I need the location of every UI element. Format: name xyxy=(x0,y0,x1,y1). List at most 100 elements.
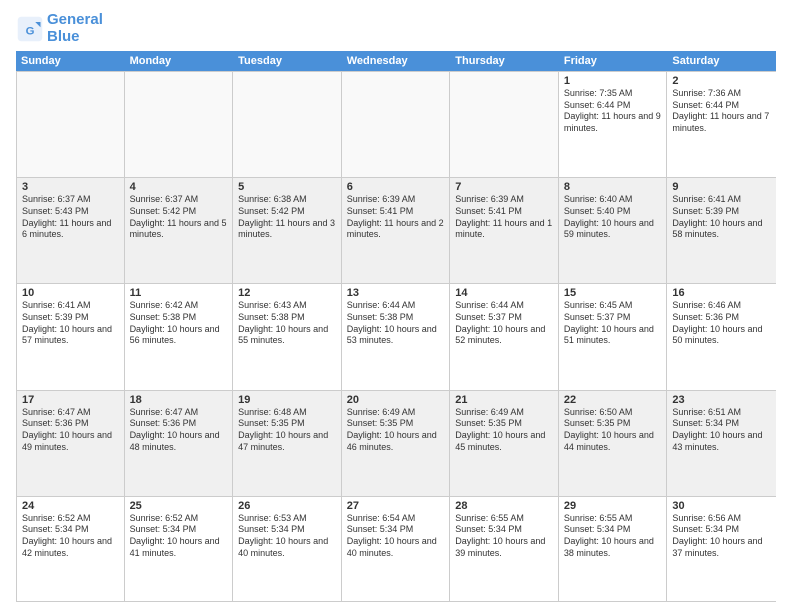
day-info: Sunrise: 6:54 AM Sunset: 5:34 PM Dayligh… xyxy=(347,513,445,560)
day-info: Sunrise: 6:48 AM Sunset: 5:35 PM Dayligh… xyxy=(238,407,336,454)
day-number: 20 xyxy=(347,394,445,406)
calendar-body: 1Sunrise: 7:35 AM Sunset: 6:44 PM Daylig… xyxy=(16,71,776,602)
day-cell: 10Sunrise: 6:41 AM Sunset: 5:39 PM Dayli… xyxy=(16,284,125,389)
day-info: Sunrise: 7:35 AM Sunset: 6:44 PM Dayligh… xyxy=(564,88,662,135)
day-number: 9 xyxy=(672,181,771,193)
day-info: Sunrise: 6:50 AM Sunset: 5:35 PM Dayligh… xyxy=(564,407,662,454)
day-info: Sunrise: 6:55 AM Sunset: 5:34 PM Dayligh… xyxy=(564,513,662,560)
day-cell: 30Sunrise: 6:56 AM Sunset: 5:34 PM Dayli… xyxy=(667,497,776,601)
day-number: 15 xyxy=(564,287,662,299)
day-cell: 3Sunrise: 6:37 AM Sunset: 5:43 PM Daylig… xyxy=(16,178,125,283)
day-info: Sunrise: 7:36 AM Sunset: 6:44 PM Dayligh… xyxy=(672,88,771,135)
day-info: Sunrise: 6:37 AM Sunset: 5:43 PM Dayligh… xyxy=(22,194,119,241)
empty-cell xyxy=(16,72,125,177)
day-cell: 11Sunrise: 6:42 AM Sunset: 5:38 PM Dayli… xyxy=(125,284,234,389)
day-cell: 27Sunrise: 6:54 AM Sunset: 5:34 PM Dayli… xyxy=(342,497,451,601)
day-number: 12 xyxy=(238,287,336,299)
day-cell: 6Sunrise: 6:39 AM Sunset: 5:41 PM Daylig… xyxy=(342,178,451,283)
calendar: SundayMondayTuesdayWednesdayThursdayFrid… xyxy=(16,51,776,602)
day-info: Sunrise: 6:49 AM Sunset: 5:35 PM Dayligh… xyxy=(455,407,553,454)
day-number: 29 xyxy=(564,500,662,512)
day-info: Sunrise: 6:41 AM Sunset: 5:39 PM Dayligh… xyxy=(672,194,771,241)
day-info: Sunrise: 6:42 AM Sunset: 5:38 PM Dayligh… xyxy=(130,300,228,347)
day-cell: 18Sunrise: 6:47 AM Sunset: 5:36 PM Dayli… xyxy=(125,391,234,496)
day-cell: 19Sunrise: 6:48 AM Sunset: 5:35 PM Dayli… xyxy=(233,391,342,496)
day-number: 10 xyxy=(22,287,119,299)
day-cell: 2Sunrise: 7:36 AM Sunset: 6:44 PM Daylig… xyxy=(667,72,776,177)
weekday-header: Tuesday xyxy=(233,51,342,71)
calendar-week: 24Sunrise: 6:52 AM Sunset: 5:34 PM Dayli… xyxy=(16,496,776,602)
day-cell: 16Sunrise: 6:46 AM Sunset: 5:36 PM Dayli… xyxy=(667,284,776,389)
day-number: 22 xyxy=(564,394,662,406)
day-cell: 14Sunrise: 6:44 AM Sunset: 5:37 PM Dayli… xyxy=(450,284,559,389)
weekday-header: Friday xyxy=(559,51,668,71)
day-number: 3 xyxy=(22,181,119,193)
empty-cell xyxy=(125,72,234,177)
empty-cell xyxy=(342,72,451,177)
logo: G GeneralBlue xyxy=(16,12,103,45)
day-number: 14 xyxy=(455,287,553,299)
day-cell: 24Sunrise: 6:52 AM Sunset: 5:34 PM Dayli… xyxy=(16,497,125,601)
empty-cell xyxy=(450,72,559,177)
day-cell: 29Sunrise: 6:55 AM Sunset: 5:34 PM Dayli… xyxy=(559,497,668,601)
day-cell: 5Sunrise: 6:38 AM Sunset: 5:42 PM Daylig… xyxy=(233,178,342,283)
day-info: Sunrise: 6:47 AM Sunset: 5:36 PM Dayligh… xyxy=(130,407,228,454)
day-number: 1 xyxy=(564,75,662,87)
day-info: Sunrise: 6:53 AM Sunset: 5:34 PM Dayligh… xyxy=(238,513,336,560)
day-cell: 9Sunrise: 6:41 AM Sunset: 5:39 PM Daylig… xyxy=(667,178,776,283)
day-number: 18 xyxy=(130,394,228,406)
calendar-header: SundayMondayTuesdayWednesdayThursdayFrid… xyxy=(16,51,776,71)
day-number: 28 xyxy=(455,500,553,512)
day-number: 26 xyxy=(238,500,336,512)
weekday-header: Thursday xyxy=(450,51,559,71)
day-number: 4 xyxy=(130,181,228,193)
day-number: 16 xyxy=(672,287,771,299)
day-cell: 23Sunrise: 6:51 AM Sunset: 5:34 PM Dayli… xyxy=(667,391,776,496)
day-info: Sunrise: 6:38 AM Sunset: 5:42 PM Dayligh… xyxy=(238,194,336,241)
day-number: 21 xyxy=(455,394,553,406)
day-cell: 12Sunrise: 6:43 AM Sunset: 5:38 PM Dayli… xyxy=(233,284,342,389)
day-number: 8 xyxy=(564,181,662,193)
day-info: Sunrise: 6:37 AM Sunset: 5:42 PM Dayligh… xyxy=(130,194,228,241)
day-info: Sunrise: 6:52 AM Sunset: 5:34 PM Dayligh… xyxy=(22,513,119,560)
weekday-header: Monday xyxy=(125,51,234,71)
day-info: Sunrise: 6:46 AM Sunset: 5:36 PM Dayligh… xyxy=(672,300,771,347)
day-cell: 17Sunrise: 6:47 AM Sunset: 5:36 PM Dayli… xyxy=(16,391,125,496)
day-info: Sunrise: 6:45 AM Sunset: 5:37 PM Dayligh… xyxy=(564,300,662,347)
calendar-week: 17Sunrise: 6:47 AM Sunset: 5:36 PM Dayli… xyxy=(16,390,776,496)
day-info: Sunrise: 6:49 AM Sunset: 5:35 PM Dayligh… xyxy=(347,407,445,454)
day-info: Sunrise: 6:55 AM Sunset: 5:34 PM Dayligh… xyxy=(455,513,553,560)
weekday-header: Sunday xyxy=(16,51,125,71)
logo-text: GeneralBlue xyxy=(47,12,103,45)
day-cell: 7Sunrise: 6:39 AM Sunset: 5:41 PM Daylig… xyxy=(450,178,559,283)
svg-text:G: G xyxy=(26,25,35,37)
day-info: Sunrise: 6:52 AM Sunset: 5:34 PM Dayligh… xyxy=(130,513,228,560)
day-cell: 28Sunrise: 6:55 AM Sunset: 5:34 PM Dayli… xyxy=(450,497,559,601)
calendar-week: 10Sunrise: 6:41 AM Sunset: 5:39 PM Dayli… xyxy=(16,283,776,389)
day-cell: 21Sunrise: 6:49 AM Sunset: 5:35 PM Dayli… xyxy=(450,391,559,496)
day-number: 24 xyxy=(22,500,119,512)
day-cell: 26Sunrise: 6:53 AM Sunset: 5:34 PM Dayli… xyxy=(233,497,342,601)
day-number: 30 xyxy=(672,500,771,512)
day-info: Sunrise: 6:51 AM Sunset: 5:34 PM Dayligh… xyxy=(672,407,771,454)
day-info: Sunrise: 6:41 AM Sunset: 5:39 PM Dayligh… xyxy=(22,300,119,347)
day-info: Sunrise: 6:56 AM Sunset: 5:34 PM Dayligh… xyxy=(672,513,771,560)
day-number: 11 xyxy=(130,287,228,299)
weekday-header: Saturday xyxy=(667,51,776,71)
day-cell: 15Sunrise: 6:45 AM Sunset: 5:37 PM Dayli… xyxy=(559,284,668,389)
day-number: 23 xyxy=(672,394,771,406)
day-cell: 25Sunrise: 6:52 AM Sunset: 5:34 PM Dayli… xyxy=(125,497,234,601)
day-cell: 8Sunrise: 6:40 AM Sunset: 5:40 PM Daylig… xyxy=(559,178,668,283)
calendar-week: 3Sunrise: 6:37 AM Sunset: 5:43 PM Daylig… xyxy=(16,177,776,283)
day-cell: 20Sunrise: 6:49 AM Sunset: 5:35 PM Dayli… xyxy=(342,391,451,496)
day-info: Sunrise: 6:40 AM Sunset: 5:40 PM Dayligh… xyxy=(564,194,662,241)
day-info: Sunrise: 6:47 AM Sunset: 5:36 PM Dayligh… xyxy=(22,407,119,454)
day-cell: 22Sunrise: 6:50 AM Sunset: 5:35 PM Dayli… xyxy=(559,391,668,496)
day-cell: 13Sunrise: 6:44 AM Sunset: 5:38 PM Dayli… xyxy=(342,284,451,389)
day-number: 7 xyxy=(455,181,553,193)
empty-cell xyxy=(233,72,342,177)
day-info: Sunrise: 6:44 AM Sunset: 5:37 PM Dayligh… xyxy=(455,300,553,347)
day-info: Sunrise: 6:39 AM Sunset: 5:41 PM Dayligh… xyxy=(455,194,553,241)
day-number: 25 xyxy=(130,500,228,512)
day-cell: 4Sunrise: 6:37 AM Sunset: 5:42 PM Daylig… xyxy=(125,178,234,283)
